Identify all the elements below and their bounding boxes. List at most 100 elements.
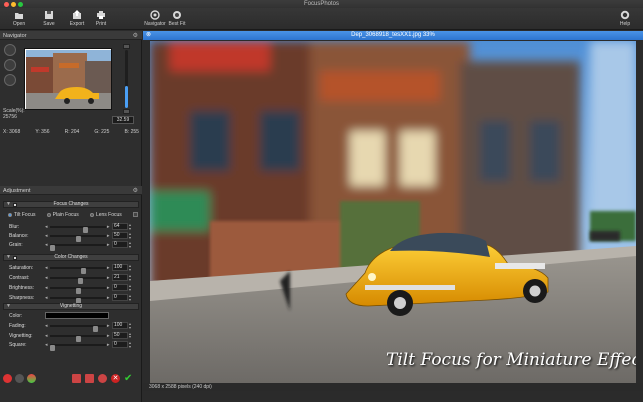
stepper-icon[interactable]: ▴ ▾ (129, 341, 131, 349)
slider-value-field[interactable]: 100 (112, 322, 128, 329)
vignetting-color-label: Color: (9, 313, 23, 319)
zoom-tool-icon[interactable] (4, 59, 16, 71)
stepper-icon[interactable]: ▴ ▾ (129, 232, 131, 240)
navigator-thumbnail[interactable] (24, 48, 112, 110)
slider-value-field[interactable]: 50 (112, 232, 128, 239)
stepper-icon[interactable]: ▴ ▾ (129, 264, 131, 272)
image-caption: Tilt Focus for Miniature Effects (386, 350, 636, 370)
adjustment-settings-icon[interactable]: ⚙ (133, 187, 138, 194)
slider-value-field[interactable]: 21 (112, 274, 128, 281)
slider-track[interactable] (50, 297, 106, 304)
stepper-icon[interactable]: ▴ ▾ (129, 284, 131, 292)
slider-value-field[interactable]: 64 (112, 223, 128, 230)
slider-label: Square: (9, 342, 27, 348)
decrement-arrow-icon[interactable]: ◂ (45, 224, 48, 230)
photo (150, 41, 636, 383)
increment-arrow-icon[interactable]: ▸ (107, 275, 110, 281)
slider-value-field[interactable]: 0 (112, 284, 128, 291)
collapse-triangle-icon[interactable]: ▼ (6, 254, 11, 261)
collapse-triangle-icon[interactable]: ▼ (6, 201, 11, 208)
slider-track[interactable] (50, 267, 106, 274)
slider-track[interactable] (50, 344, 106, 351)
navigator-settings-icon[interactable]: ⚙ (133, 32, 138, 39)
increment-arrow-icon[interactable]: ▸ (107, 333, 110, 339)
slider-row: Sharpness: ◂ ▸ 0 ▴ ▾ (3, 294, 139, 304)
stepper-icon[interactable]: ▴ ▾ (129, 294, 131, 302)
checkmark-icon[interactable]: ✔ (124, 374, 133, 384)
decrement-arrow-icon[interactable]: ◂ (45, 323, 48, 329)
lens-focus-radio[interactable]: Lens Focus (89, 212, 122, 218)
tilt-focus-radio[interactable]: Tilt Focus (8, 212, 35, 218)
close-document-icon[interactable]: ⊗ (146, 31, 151, 40)
decrement-arrow-icon[interactable]: ◂ (45, 295, 48, 301)
slider-row: Balance: ◂ ▸ 50 ▴ ▾ (3, 232, 139, 242)
stepper-icon[interactable]: ▴ ▾ (129, 223, 131, 231)
open-button[interactable]: Open (4, 9, 34, 29)
help-button[interactable]: Help (610, 9, 640, 29)
slider-knob[interactable] (50, 245, 55, 251)
stepper-icon[interactable]: ▴ ▾ (129, 322, 131, 330)
decrement-arrow-icon[interactable]: ◂ (45, 285, 48, 291)
zoom-field[interactable]: 32.59 (112, 116, 134, 124)
decrement-arrow-icon[interactable]: ◂ (45, 333, 48, 339)
increment-arrow-icon[interactable]: ▸ (107, 323, 110, 329)
remove-photo-icon[interactable] (72, 374, 81, 383)
image-canvas[interactable]: Tilt Focus for Miniature Effects (150, 41, 636, 383)
record-icon[interactable] (3, 374, 12, 383)
increment-arrow-icon[interactable]: ▸ (107, 295, 110, 301)
slider-track[interactable] (50, 325, 106, 332)
decrement-arrow-icon[interactable]: ◂ (45, 265, 48, 271)
export-photo-icon[interactable] (85, 374, 94, 383)
hand-tool-icon[interactable] (4, 44, 16, 56)
increment-arrow-icon[interactable]: ▸ (107, 285, 110, 291)
slider-track[interactable] (50, 277, 106, 284)
best-fit-button[interactable]: Best Fit (162, 9, 192, 29)
stepper-icon[interactable]: ▴ ▾ (129, 241, 131, 249)
color-enable-checkbox[interactable] (13, 255, 17, 260)
title-bar: FocusPhotos (0, 0, 643, 8)
save-button[interactable]: Save (34, 9, 64, 29)
traffic-light-icon[interactable] (27, 374, 36, 383)
navigator-viewport-frame[interactable] (25, 49, 111, 109)
slider-value-field[interactable]: 100 (112, 264, 128, 271)
print-button[interactable]: Print (86, 9, 116, 29)
focus-changes-header[interactable]: ▼ Focus Changes (3, 201, 139, 208)
slider-track[interactable] (50, 334, 106, 342)
slider-track[interactable] (50, 235, 106, 242)
stepper-icon[interactable]: ▴ ▾ (129, 274, 131, 282)
decrement-arrow-icon[interactable]: ◂ (45, 242, 48, 248)
close-icon[interactable]: ✕ (111, 374, 120, 383)
cancel-icon[interactable] (98, 374, 107, 383)
zoom-out-button[interactable] (123, 109, 130, 114)
focus-option-checkbox[interactable] (132, 212, 138, 217)
increment-arrow-icon[interactable]: ▸ (107, 233, 110, 239)
slider-knob[interactable] (50, 345, 55, 351)
slider-track[interactable] (50, 244, 106, 251)
focus-tool-icon[interactable] (4, 74, 16, 86)
slider-value-field[interactable]: 0 (112, 294, 128, 301)
decrement-arrow-icon[interactable]: ◂ (45, 342, 48, 348)
increment-arrow-icon[interactable]: ▸ (107, 342, 110, 348)
increment-arrow-icon[interactable]: ▸ (107, 242, 110, 248)
slider-value-field[interactable]: 0 (112, 341, 128, 348)
stop-icon[interactable] (15, 374, 24, 383)
focus-enable-checkbox[interactable] (13, 202, 17, 207)
slider-value-field[interactable]: 0 (112, 241, 128, 248)
zoom-in-button[interactable] (123, 44, 130, 49)
vignetting-header[interactable]: ▼ Vignetting (3, 303, 139, 310)
slider-track[interactable] (50, 287, 106, 294)
decrement-arrow-icon[interactable]: ◂ (45, 275, 48, 281)
slider-value-field[interactable]: 50 (112, 331, 128, 339)
plain-focus-radio[interactable]: Plain Focus (46, 212, 79, 218)
slider-track[interactable] (50, 226, 106, 233)
color-changes-header[interactable]: ▼ Color Changes (3, 254, 139, 261)
decrement-arrow-icon[interactable]: ◂ (45, 233, 48, 239)
adjustment-header: Adjustment ⚙ (0, 186, 142, 195)
zoom-slider[interactable] (125, 50, 128, 108)
increment-arrow-icon[interactable]: ▸ (107, 224, 110, 230)
increment-arrow-icon[interactable]: ▸ (107, 265, 110, 271)
vignetting-color-well[interactable] (45, 312, 109, 319)
collapse-triangle-icon[interactable]: ▼ (6, 303, 11, 310)
stepper-icon[interactable]: ▴ ▾ (129, 331, 131, 339)
slider-label: Sharpness: (9, 295, 35, 301)
